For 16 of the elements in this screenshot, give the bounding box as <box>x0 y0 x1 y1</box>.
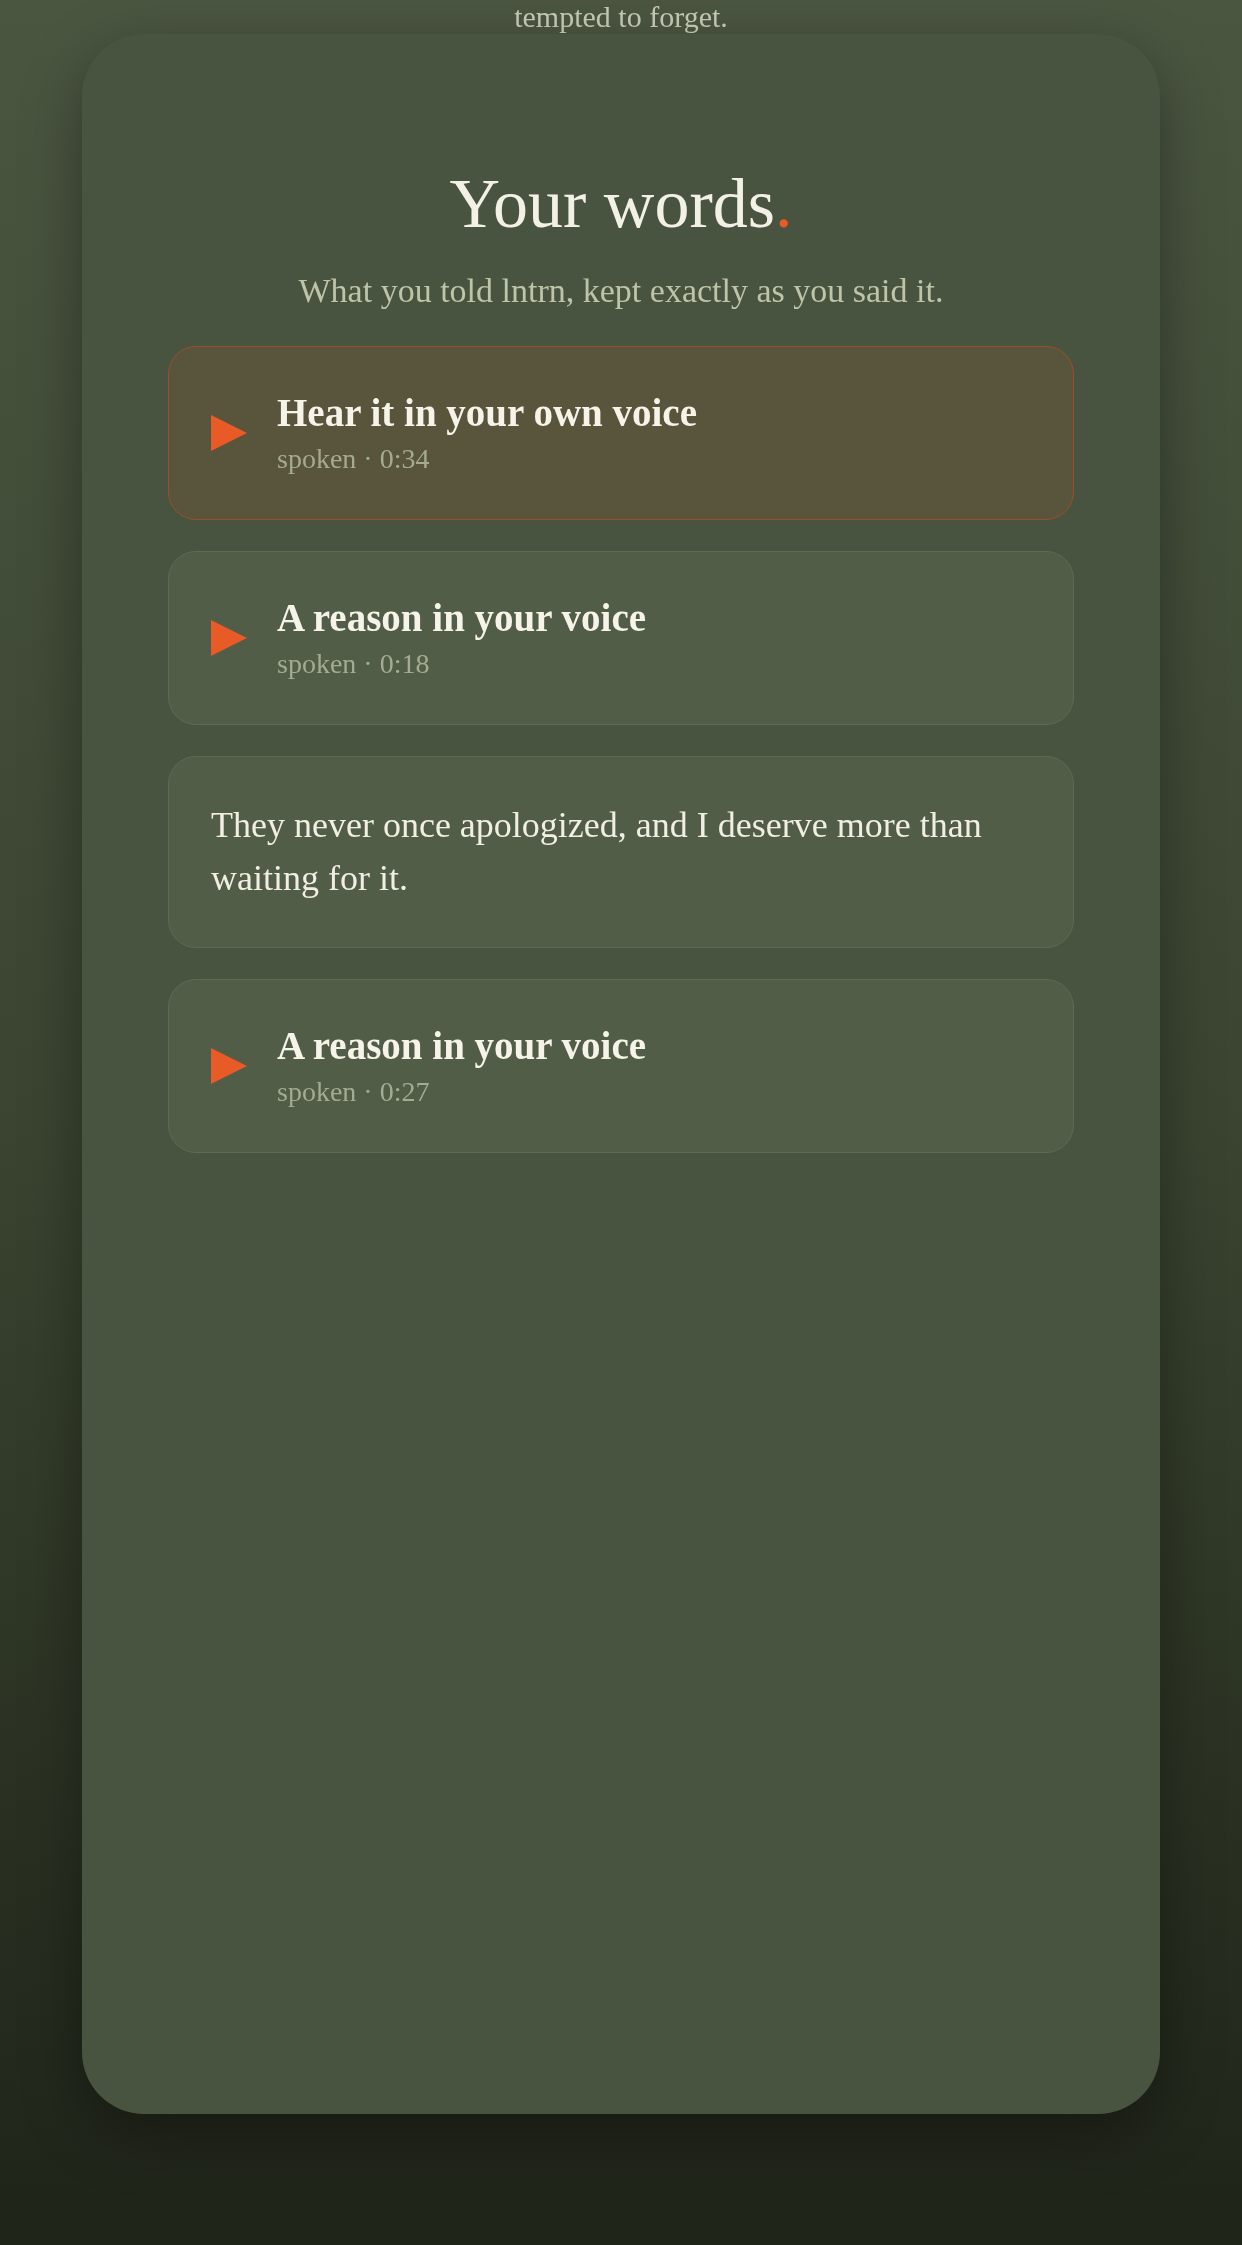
subtitle: What you told lntrn, kept exactly as you said it. <box>298 272 944 310</box>
voice-note-item[interactable]: A reason in your voice spoken · 0:27 <box>168 979 1074 1153</box>
play-icon[interactable] <box>211 620 247 656</box>
note-text: They never once apologized, and I deserve more than waiting for it. <box>211 804 983 900</box>
note-meta: spoken · 0:27 <box>277 1075 431 1109</box>
note-meta: spoken · 0:18 <box>277 647 431 681</box>
cut-off-text: tempted to forget. <box>514 0 728 34</box>
voice-note-item[interactable]: Hear it in your own voice spoken · 0:34 <box>168 346 1074 520</box>
note-title: A reason in your voice <box>277 1023 647 1069</box>
play-icon[interactable] <box>211 1048 247 1084</box>
note-title: Hear it in your own voice <box>277 390 697 436</box>
note-title: A reason in your voice <box>277 595 647 641</box>
play-icon[interactable] <box>211 415 247 451</box>
voice-note-item[interactable]: A reason in your voice spoken · 0:18 <box>168 551 1074 725</box>
note-meta: spoken · 0:34 <box>277 442 431 476</box>
page-heading: Your words. <box>449 164 793 244</box>
